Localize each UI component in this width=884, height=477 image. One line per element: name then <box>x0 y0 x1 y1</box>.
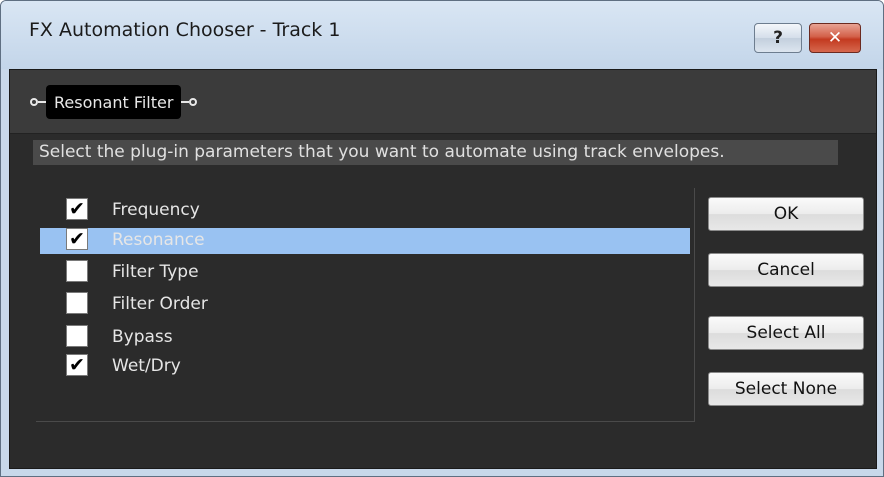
parameter-label: Frequency <box>112 200 200 220</box>
dialog-body: Resonant Filter Select the plug-in param… <box>9 69 877 469</box>
parameter-label: Filter Type <box>112 262 199 282</box>
filter-order-checkbox[interactable] <box>66 292 88 314</box>
plugin-tab-resonant-filter[interactable]: Resonant Filter <box>46 85 182 119</box>
select-none-button[interactable]: Select None <box>708 372 864 406</box>
select-all-button[interactable]: Select All <box>708 316 864 350</box>
fx-automation-chooser-dialog: FX Automation Chooser - Track 1 ? ✕ Reso… <box>0 0 884 477</box>
close-icon: ✕ <box>827 28 843 48</box>
parameter-label: Filter Order <box>112 294 208 314</box>
parameter-label: Wet/Dry <box>112 356 181 376</box>
chain-output-node-icon <box>189 98 198 106</box>
instruction-text: Select the plug-in parameters that you w… <box>33 140 838 165</box>
plugin-tab-label: Resonant Filter <box>54 92 174 112</box>
chain-input-node-icon <box>30 98 38 106</box>
parameter-list[interactable]: ✔ Frequency ✔ Resonance Filter Type Filt… <box>36 188 695 422</box>
parameter-row-frequency[interactable]: ✔ Frequency <box>40 198 690 224</box>
plugin-chain-bar: Resonant Filter <box>10 70 876 134</box>
plugin-chain: Resonant Filter <box>30 85 198 119</box>
title-bar[interactable]: FX Automation Chooser - Track 1 ? ✕ <box>1 1 883 69</box>
parameter-row-filter-order[interactable]: Filter Order <box>40 292 690 318</box>
parameter-row-bypass[interactable]: Bypass <box>40 325 690 351</box>
close-button[interactable]: ✕ <box>809 23 861 53</box>
help-icon: ? <box>773 28 783 48</box>
chain-connector-icon <box>181 101 190 103</box>
resonance-checkbox[interactable]: ✔ <box>66 228 88 250</box>
parameter-row-resonance[interactable]: ✔ Resonance <box>40 228 690 254</box>
cancel-button[interactable]: Cancel <box>708 253 864 287</box>
parameter-label: Bypass <box>112 327 173 347</box>
parameter-row-wet-dry[interactable]: ✔ Wet/Dry <box>40 354 690 380</box>
wet-dry-checkbox[interactable]: ✔ <box>66 354 88 376</box>
help-button[interactable]: ? <box>754 23 802 53</box>
chain-connector-icon <box>38 101 46 103</box>
bypass-checkbox[interactable] <box>66 325 88 347</box>
parameter-row-filter-type[interactable]: Filter Type <box>40 260 690 286</box>
ok-button[interactable]: OK <box>708 197 864 231</box>
frequency-checkbox[interactable]: ✔ <box>66 198 88 220</box>
window-title: FX Automation Chooser - Track 1 <box>29 19 341 41</box>
parameter-label: Resonance <box>112 230 205 250</box>
filter-type-checkbox[interactable] <box>66 260 88 282</box>
